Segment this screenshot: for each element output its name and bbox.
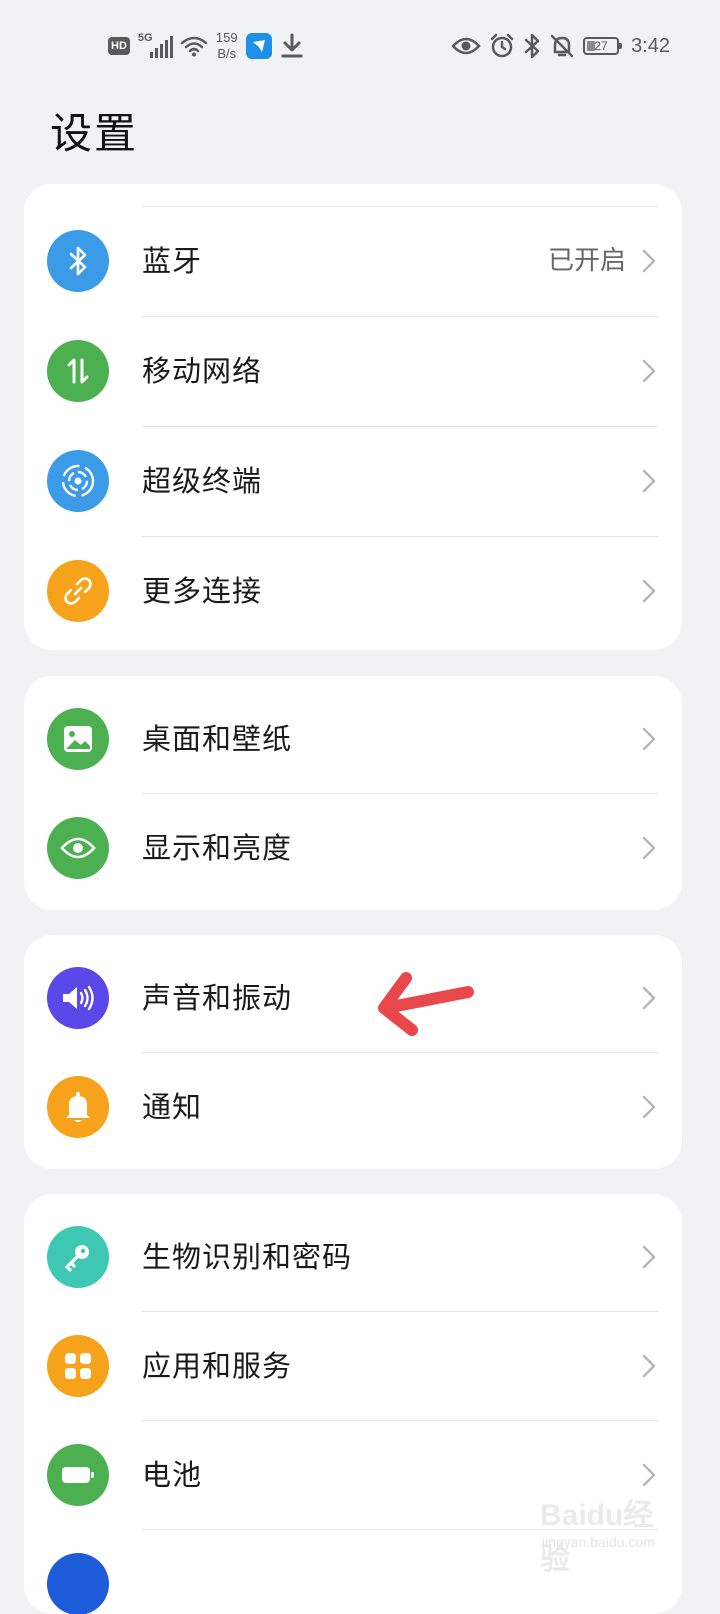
apps-icon bbox=[47, 1335, 109, 1397]
setting-biometrics-password[interactable]: 生物识别和密码 bbox=[24, 1202, 682, 1312]
setting-super-device[interactable]: 超级终端 bbox=[24, 426, 682, 536]
setting-notifications[interactable]: 通知 bbox=[24, 1052, 682, 1162]
chevron-right-icon bbox=[642, 1095, 656, 1119]
speed-value: 159 bbox=[215, 30, 238, 45]
setting-label: 声音和振动 bbox=[142, 981, 293, 1015]
setting-label: 桌面和壁纸 bbox=[142, 722, 293, 756]
hd-badge: HD bbox=[108, 37, 130, 55]
setting-apps-services[interactable]: 应用和服务 bbox=[24, 1311, 682, 1421]
page-title: 设置 bbox=[50, 109, 139, 158]
chevron-right-icon bbox=[642, 359, 656, 383]
setting-bluetooth[interactable]: 蓝牙 已开启 bbox=[24, 206, 682, 316]
status-time: 3:42 bbox=[631, 34, 670, 57]
setting-more-connections[interactable]: 更多连接 bbox=[24, 536, 682, 646]
setting-mobile-network[interactable]: 移动网络 bbox=[24, 316, 682, 426]
battery-icon bbox=[47, 1444, 109, 1506]
chevron-right-icon bbox=[642, 727, 656, 751]
mute-bell-icon bbox=[550, 34, 574, 58]
chevron-right-icon bbox=[642, 986, 656, 1010]
watermark-url: jingyan.baidu.com bbox=[542, 1534, 655, 1550]
chevron-right-icon bbox=[642, 1245, 656, 1269]
app-notification-icon bbox=[245, 33, 272, 59]
setting-label: 生物识别和密码 bbox=[142, 1240, 353, 1274]
setting-label: 更多连接 bbox=[142, 574, 263, 608]
eye-icon bbox=[47, 817, 109, 879]
status-bar: HD 5G 159 B/s 27 3:42 bbox=[0, 0, 720, 92]
bell-icon bbox=[47, 1076, 109, 1138]
chevron-right-icon bbox=[642, 836, 656, 860]
watermark: Baidu经验 jingyan.baidu.com bbox=[540, 1490, 680, 1576]
setting-label: 超级终端 bbox=[142, 464, 263, 498]
chevron-right-icon bbox=[642, 1354, 656, 1378]
setting-sound-vibration[interactable]: 声音和振动 bbox=[24, 943, 682, 1053]
settings-group-sound: 声音和振动 通知 bbox=[24, 935, 682, 1169]
setting-label: 显示和亮度 bbox=[142, 831, 293, 865]
alarm-icon bbox=[490, 33, 514, 58]
settings-group-connectivity: 蓝牙 已开启 移动网络 超级终端 更多连接 bbox=[24, 184, 682, 650]
chevron-right-icon bbox=[642, 249, 656, 273]
key-icon bbox=[47, 1226, 109, 1288]
super-device-icon bbox=[47, 450, 109, 512]
bluetooth-icon bbox=[47, 230, 109, 292]
setting-label: 应用和服务 bbox=[142, 1349, 293, 1383]
battery-level: 27 bbox=[594, 39, 608, 53]
annotation-arrow-icon bbox=[378, 972, 474, 1036]
mobile-data-icon bbox=[47, 340, 109, 402]
setting-label: 移动网络 bbox=[142, 354, 263, 388]
chevron-right-icon bbox=[642, 579, 656, 603]
settings-group-display: 桌面和壁纸 显示和亮度 bbox=[24, 676, 682, 910]
setting-label: 电池 bbox=[142, 1458, 203, 1492]
cellular-signal-icon: 5G bbox=[138, 32, 173, 60]
setting-value: 已开启 bbox=[547, 246, 626, 276]
download-icon bbox=[281, 33, 303, 58]
eye-comfort-icon bbox=[451, 37, 481, 55]
partial-icon bbox=[47, 1553, 109, 1614]
setting-label: 蓝牙 bbox=[142, 244, 203, 278]
chevron-right-icon bbox=[642, 469, 656, 493]
bluetooth-status-icon bbox=[524, 33, 540, 59]
sound-icon bbox=[47, 967, 109, 1029]
battery-indicator: 27 bbox=[583, 37, 623, 55]
setting-label: 通知 bbox=[142, 1090, 203, 1124]
link-icon bbox=[47, 560, 109, 622]
wallpaper-icon bbox=[47, 708, 109, 770]
network-speed: 159 B/s bbox=[216, 30, 238, 62]
wifi-icon bbox=[180, 36, 208, 57]
chevron-right-icon bbox=[642, 1463, 656, 1487]
setting-display-brightness[interactable]: 显示和亮度 bbox=[24, 793, 682, 903]
speed-unit: B/s bbox=[217, 46, 237, 61]
setting-wallpaper[interactable]: 桌面和壁纸 bbox=[24, 684, 682, 794]
